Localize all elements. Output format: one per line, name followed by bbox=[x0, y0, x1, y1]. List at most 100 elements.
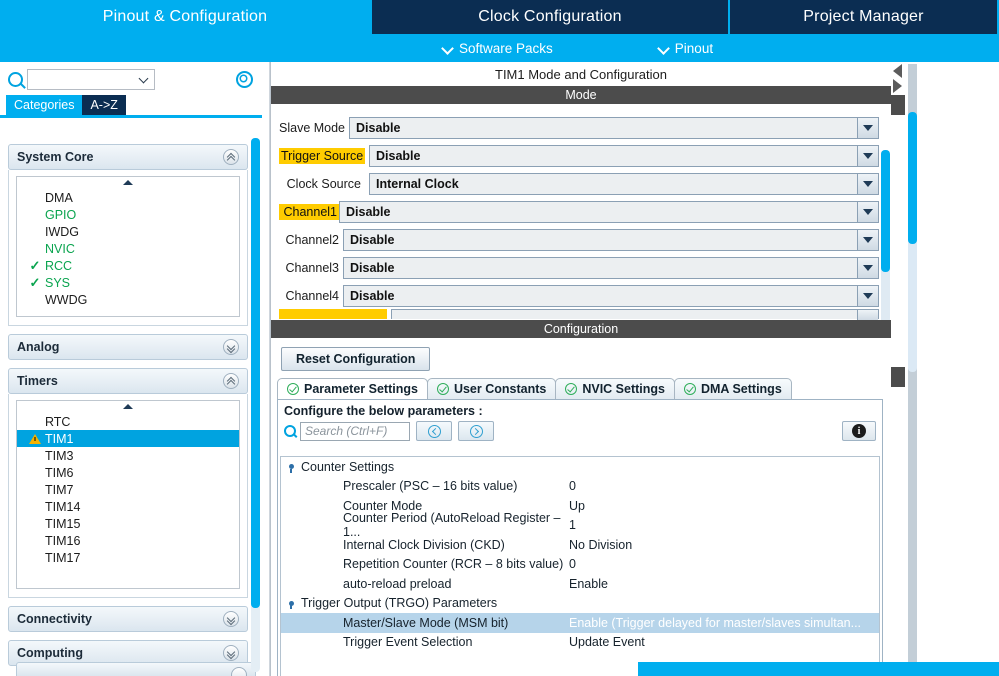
clock-source-dropdown[interactable]: Internal Clock bbox=[369, 173, 879, 195]
list-item[interactable]: ✓ RCC bbox=[17, 257, 239, 274]
dropdown-value: Disable bbox=[350, 289, 395, 303]
sidebar-item-tim1[interactable]: TIM1 bbox=[17, 430, 239, 447]
chevron-up-icon[interactable] bbox=[223, 149, 239, 165]
list-item[interactable]: NVIC bbox=[17, 240, 239, 257]
list-item[interactable]: TIM14 bbox=[17, 498, 239, 515]
chevron-down-icon[interactable] bbox=[857, 286, 878, 306]
chevron-down-icon[interactable] bbox=[223, 645, 239, 661]
parameter-search-input[interactable]: Search (Ctrl+F) bbox=[300, 421, 410, 441]
slave-mode-dropdown[interactable]: Disable bbox=[349, 117, 879, 139]
list-item[interactable]: GPIO bbox=[17, 206, 239, 223]
chevron-up-icon[interactable] bbox=[223, 373, 239, 389]
list-item[interactable]: TIM16 bbox=[17, 532, 239, 549]
sidebar-tab-categories[interactable]: Categories bbox=[6, 95, 83, 115]
collapse-left-icon[interactable] bbox=[893, 64, 902, 78]
chevron-down-icon bbox=[658, 43, 669, 54]
chevron-down-icon[interactable] bbox=[857, 146, 878, 166]
list-item[interactable]: TIM3 bbox=[17, 447, 239, 464]
sidebar-tab-a-to-z[interactable]: A->Z bbox=[82, 95, 126, 115]
list-item[interactable]: TIM6 bbox=[17, 464, 239, 481]
list-item[interactable]: IWDG bbox=[17, 223, 239, 240]
table-row[interactable]: Trigger Event Selection Update Event bbox=[281, 633, 879, 653]
tree-group-trgo-parameters[interactable]: Trigger Output (TRGO) Parameters bbox=[281, 594, 879, 614]
main-scrollbar[interactable] bbox=[908, 64, 917, 672]
mode-scrollbar[interactable] bbox=[881, 150, 890, 320]
menu-software-packs[interactable]: Software Packs bbox=[442, 41, 553, 56]
configuration-section-header: Configuration bbox=[271, 320, 891, 338]
tab-project-manager[interactable]: Project Manager bbox=[730, 0, 997, 34]
list-item-label: SYS bbox=[45, 275, 71, 290]
panel-header-system-core[interactable]: System Core bbox=[8, 144, 248, 170]
chevron-down-icon[interactable] bbox=[223, 611, 239, 627]
search-next-button[interactable] bbox=[458, 421, 494, 441]
bottom-status-bar bbox=[638, 662, 999, 676]
main-scrollbar-thumb[interactable] bbox=[908, 112, 917, 244]
list-item[interactable]: WWDG bbox=[17, 291, 239, 308]
tab-pinout-configuration[interactable]: Pinout & Configuration bbox=[0, 0, 370, 34]
channel3-dropdown[interactable]: Disable bbox=[343, 257, 879, 279]
channel4-dropdown[interactable]: Disable bbox=[343, 285, 879, 307]
table-row-master-slave-mode[interactable]: Master/Slave Mode (MSM bit) Enable (Trig… bbox=[281, 613, 879, 633]
list-item[interactable]: RTC bbox=[17, 413, 239, 430]
list-item[interactable]: ✓ SYS bbox=[17, 274, 239, 291]
reset-configuration-button[interactable]: Reset Configuration bbox=[281, 347, 431, 371]
tab-label: Clock Configuration bbox=[478, 8, 622, 25]
list-item[interactable]: DMA bbox=[17, 189, 239, 206]
tab-dma-settings[interactable]: DMA Settings bbox=[673, 378, 792, 399]
list-item-label: TIM14 bbox=[45, 499, 81, 514]
list-item-label: RTC bbox=[45, 414, 71, 429]
sidebar-search-input[interactable] bbox=[27, 68, 155, 90]
sidebar-panel-partial[interactable] bbox=[16, 662, 256, 676]
chevron-down-icon[interactable] bbox=[231, 667, 247, 676]
chevron-down-icon[interactable] bbox=[857, 118, 878, 138]
scroll-up-arrow-icon[interactable] bbox=[123, 404, 133, 409]
info-button[interactable]: i bbox=[842, 421, 876, 441]
info-icon: i bbox=[852, 424, 866, 438]
table-row[interactable]: Repetition Counter (RCR – 8 bits value) … bbox=[281, 555, 879, 575]
list-item-label: RCC bbox=[45, 258, 73, 273]
expand-node-icon[interactable] bbox=[285, 597, 297, 610]
search-previous-button[interactable] bbox=[416, 421, 452, 441]
chevron-down-icon[interactable] bbox=[857, 258, 878, 278]
sidebar-scrollbar-thumb[interactable] bbox=[251, 138, 260, 608]
panel-header-analog[interactable]: Analog bbox=[8, 334, 248, 360]
expand-node-icon[interactable] bbox=[285, 461, 297, 473]
tab-label: A->Z bbox=[90, 98, 118, 112]
collapse-right-icon[interactable] bbox=[893, 79, 902, 93]
mode-row-clipped[interactable] bbox=[279, 309, 879, 320]
scroll-up-arrow-icon[interactable] bbox=[123, 180, 133, 185]
trigger-source-dropdown[interactable]: Disable bbox=[369, 145, 879, 167]
parameter-name: Prescaler (PSC – 16 bits value) bbox=[343, 479, 518, 494]
list-item[interactable]: TIM17 bbox=[17, 549, 239, 566]
sidebar-panel-list: System Core DMA GPIO IWDG NVIC ✓ RCC ✓ S… bbox=[0, 138, 270, 676]
chevron-down-icon[interactable] bbox=[857, 202, 878, 222]
list-item[interactable]: TIM7 bbox=[17, 481, 239, 498]
tree-group-counter-settings[interactable]: Counter Settings bbox=[281, 457, 879, 477]
table-row[interactable]: auto-reload preload Enable bbox=[281, 574, 879, 594]
table-row[interactable]: Internal Clock Division (CKD) No Divisio… bbox=[281, 535, 879, 555]
sidebar-scrollbar[interactable] bbox=[251, 138, 260, 672]
channel1-dropdown[interactable]: Disable bbox=[339, 201, 879, 223]
panel-header-connectivity[interactable]: Connectivity bbox=[8, 606, 248, 632]
channel2-dropdown[interactable]: Disable bbox=[343, 229, 879, 251]
tab-parameter-settings[interactable]: Parameter Settings bbox=[277, 378, 428, 399]
gear-icon[interactable] bbox=[236, 70, 253, 88]
field-label-clipped bbox=[279, 309, 387, 319]
table-row[interactable]: Prescaler (PSC – 16 bits value) 0 bbox=[281, 477, 879, 497]
menu-pinout[interactable]: Pinout bbox=[658, 41, 713, 56]
tab-clock-configuration[interactable]: Clock Configuration bbox=[370, 0, 730, 34]
chevron-down-icon[interactable] bbox=[857, 230, 878, 250]
chevron-down-icon[interactable] bbox=[857, 174, 878, 194]
mode-scrollbar-thumb[interactable] bbox=[881, 150, 890, 272]
table-row[interactable]: Counter Period (AutoReload Register – 1.… bbox=[281, 511, 879, 539]
tab-user-constants[interactable]: User Constants bbox=[426, 378, 557, 399]
sidebar-panel-system-core: System Core DMA GPIO IWDG NVIC ✓ RCC ✓ S… bbox=[8, 144, 248, 326]
tab-nvic-settings[interactable]: NVIC Settings bbox=[555, 378, 675, 399]
list-item[interactable]: TIM15 bbox=[17, 515, 239, 532]
mode-row-slave-mode: Slave Mode Disable bbox=[271, 114, 891, 142]
panel-header-timers[interactable]: Timers bbox=[8, 368, 248, 394]
chevron-down-icon[interactable] bbox=[223, 339, 239, 355]
page-title: TIM1 Mode and Configuration bbox=[271, 62, 891, 86]
clipped-dropdown[interactable] bbox=[391, 309, 879, 320]
dropdown-value: Disable bbox=[350, 233, 395, 247]
